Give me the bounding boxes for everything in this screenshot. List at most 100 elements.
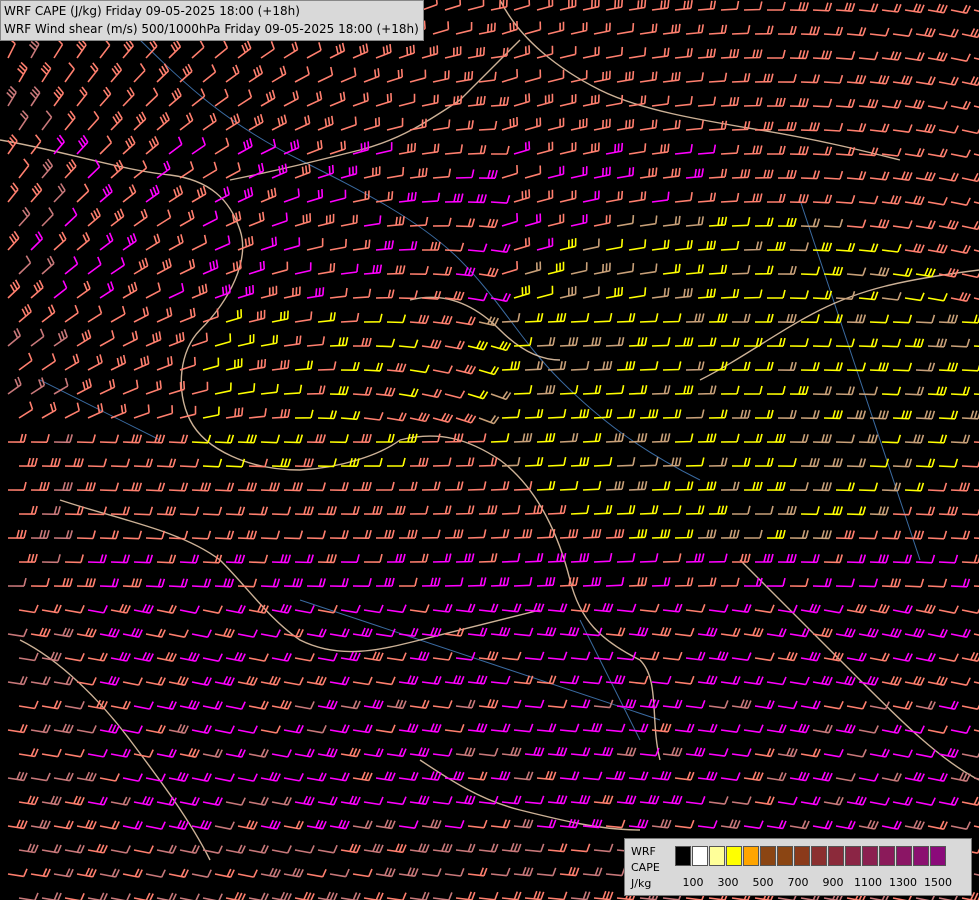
wind-barb xyxy=(122,233,137,251)
wind-barb xyxy=(375,628,396,638)
wind-barb xyxy=(168,578,189,588)
wind-barb xyxy=(444,144,463,155)
wind-barb xyxy=(398,867,419,877)
wind-barb xyxy=(766,433,786,443)
wind-barb xyxy=(605,819,626,829)
wind-barb xyxy=(777,505,797,515)
wind-barb xyxy=(30,433,50,443)
wind-barb xyxy=(386,604,407,614)
weather-map xyxy=(0,0,979,900)
wind-barb xyxy=(133,355,150,371)
wind-barb xyxy=(628,481,648,491)
wind-barb xyxy=(973,489,979,492)
wind-barb xyxy=(478,843,499,853)
wind-barb xyxy=(444,390,466,399)
wind-barb xyxy=(421,339,442,349)
wind-barb xyxy=(363,796,384,806)
wind-barb xyxy=(961,172,979,183)
wind-barb xyxy=(835,338,855,348)
wind-barb xyxy=(283,41,299,59)
wind-barb xyxy=(605,286,624,299)
legend-swatch xyxy=(777,846,793,866)
wind-barb xyxy=(294,262,312,275)
wind-barb xyxy=(777,409,797,419)
wind-barb xyxy=(823,700,844,710)
wind-barb xyxy=(605,577,625,587)
wind-barb xyxy=(202,700,223,710)
wind-barb xyxy=(53,577,73,588)
wind-barb xyxy=(64,652,85,662)
wind-barb xyxy=(156,604,177,614)
wind-barb xyxy=(754,795,775,806)
wind-barb xyxy=(685,361,705,371)
wind-barb xyxy=(53,434,73,444)
wind-barb xyxy=(892,652,913,662)
wind-barb xyxy=(375,771,396,782)
wind-barb xyxy=(168,87,182,107)
wind-barb xyxy=(823,604,844,614)
wind-barb xyxy=(651,95,670,107)
wind-barb xyxy=(260,482,281,492)
wind-barb xyxy=(524,553,544,563)
wind-barb xyxy=(41,700,62,710)
wind-barb xyxy=(352,433,372,443)
wind-barb xyxy=(938,796,959,806)
wind-barb xyxy=(858,51,879,61)
wind-barb xyxy=(145,724,166,734)
legend-swatch xyxy=(930,846,946,866)
wind-barb xyxy=(237,725,258,734)
wind-barb xyxy=(869,75,890,85)
wind-barb xyxy=(812,338,832,348)
wind-barb xyxy=(237,187,254,203)
wind-barb xyxy=(421,0,438,11)
wind-barb xyxy=(501,842,522,853)
wind-barb xyxy=(490,96,510,107)
wind-barb xyxy=(444,481,464,491)
wind-barb xyxy=(593,552,613,563)
wind-barb xyxy=(915,652,936,662)
wind-barb xyxy=(536,189,554,203)
wind-barb xyxy=(973,297,979,300)
wind-barb xyxy=(950,530,971,540)
wind-barb xyxy=(306,385,326,395)
wind-barb xyxy=(823,410,843,420)
wind-barb xyxy=(639,747,660,757)
wind-barb xyxy=(628,287,647,299)
wind-barb xyxy=(179,747,200,758)
wind-barb xyxy=(547,21,565,35)
wind-barb xyxy=(76,329,92,347)
wind-barb xyxy=(421,192,441,203)
wind-barb xyxy=(317,747,338,758)
wind-barb xyxy=(352,771,373,782)
wind-barb xyxy=(938,219,959,230)
wind-barb xyxy=(53,723,74,734)
wind-barb xyxy=(582,722,603,733)
wind-barb xyxy=(927,482,948,492)
wind-barb xyxy=(467,723,488,733)
wind-barb xyxy=(513,237,531,251)
cape-title: WRF CAPE (J/kg) Friday 09-05-2025 18:00 … xyxy=(4,4,300,18)
wind-barb xyxy=(628,385,648,395)
wind-barb xyxy=(570,794,591,805)
wind-barb xyxy=(904,147,925,158)
wind-barb xyxy=(455,21,473,35)
wind-barb xyxy=(76,819,97,830)
wind-barb xyxy=(651,143,670,155)
wind-barb xyxy=(651,481,671,491)
legend-tick-label: 1300 xyxy=(889,876,917,889)
wind-barb xyxy=(317,796,338,806)
wind-barb xyxy=(524,361,544,371)
wind-barb xyxy=(674,529,694,539)
wind-barb xyxy=(789,97,809,108)
wind-barb xyxy=(628,0,647,11)
wind-barb xyxy=(271,114,288,131)
wind-barb xyxy=(639,651,660,661)
wind-barb xyxy=(800,651,821,662)
wind-barb xyxy=(283,530,304,540)
wind-barb xyxy=(904,292,925,302)
wind-barb xyxy=(685,313,705,323)
wind-barb xyxy=(225,162,241,179)
wind-barb xyxy=(524,117,542,131)
wind-barb xyxy=(547,69,565,83)
wind-barb xyxy=(904,51,925,62)
